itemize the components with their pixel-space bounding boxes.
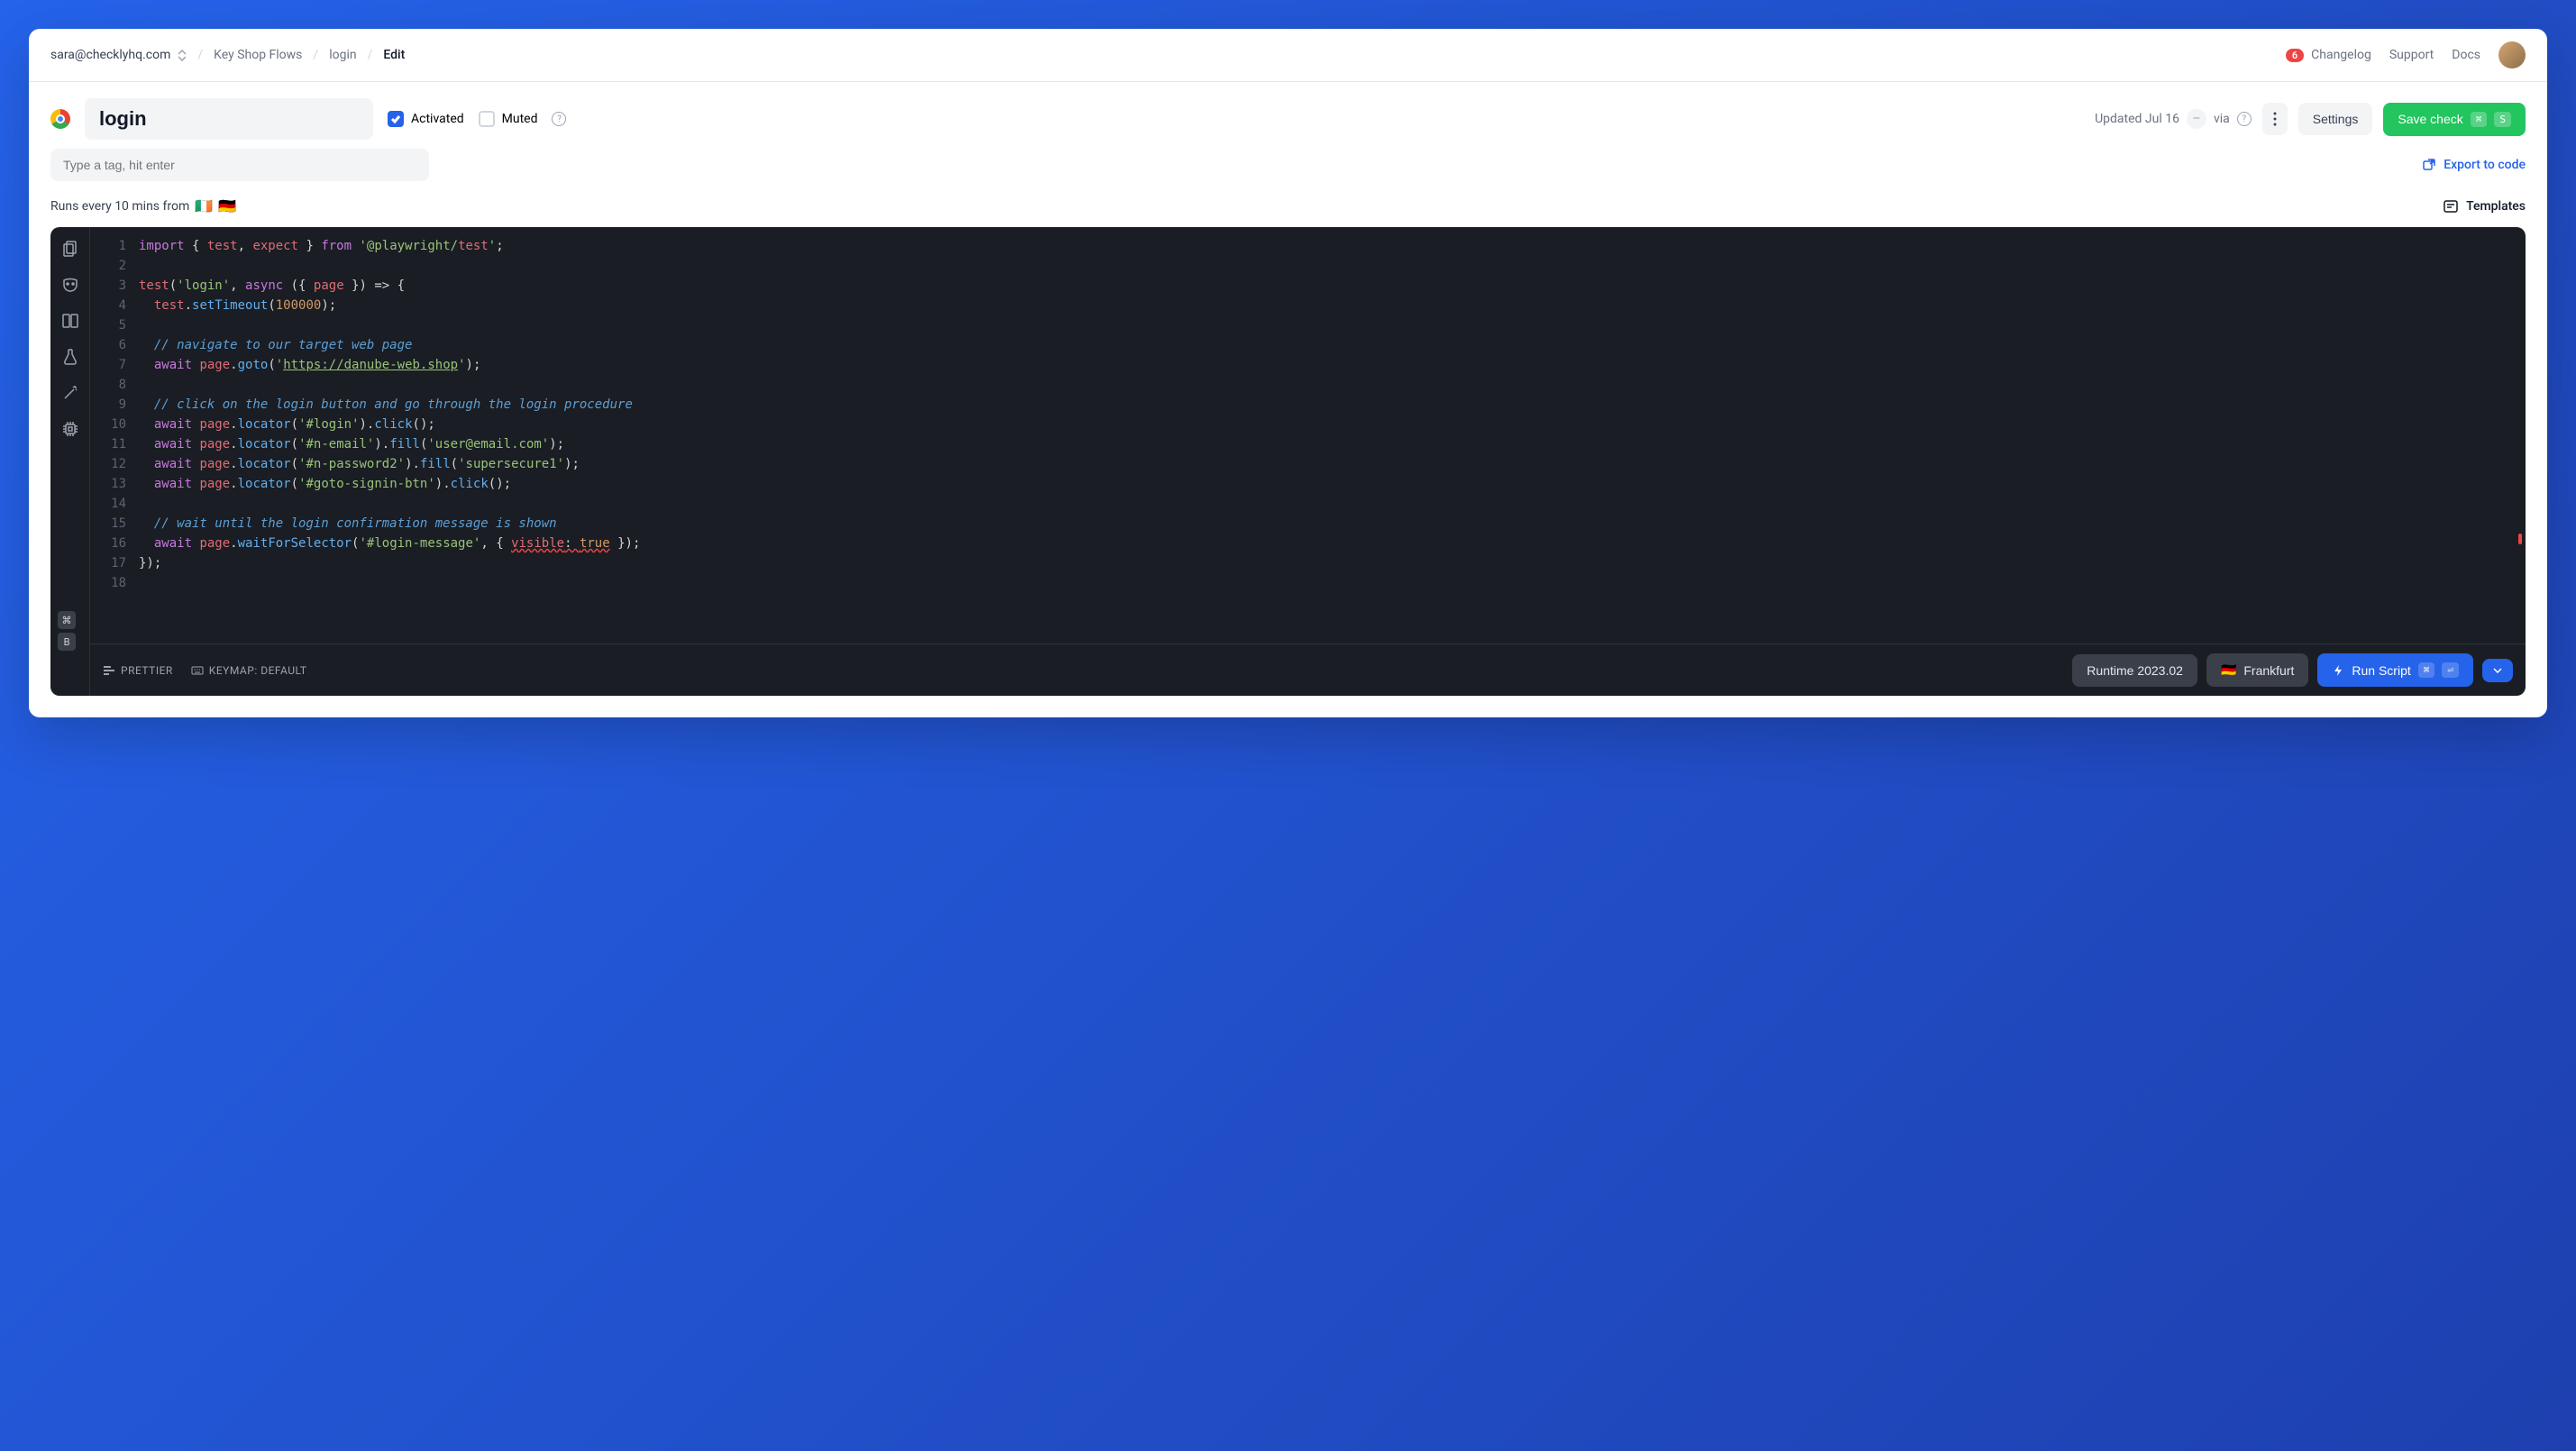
changelog-badge: 6 xyxy=(2286,49,2304,62)
inforow: Runs every 10 mins from 🇮🇪 🇩🇪 Templates xyxy=(29,190,2547,227)
location-button[interactable]: 🇩🇪 Frankfurt xyxy=(2206,653,2308,687)
templates-icon xyxy=(2443,198,2459,214)
shortcut-badge-b: B xyxy=(58,633,76,651)
wand-icon[interactable] xyxy=(61,384,79,402)
breadcrumb-current: Edit xyxy=(383,48,405,62)
keyboard-icon xyxy=(191,664,204,677)
keymap-button[interactable]: KEYMAP: DEFAULT xyxy=(191,664,307,677)
flag-germany-icon: 🇩🇪 xyxy=(2221,662,2236,678)
bolt-icon xyxy=(2332,664,2344,677)
avatar[interactable] xyxy=(2498,41,2526,68)
header: Activated Muted ? Updated Jul 16 – via ?… xyxy=(29,82,2547,143)
breadcrumb: sara@checklyhq.com / Key Shop Flows / lo… xyxy=(50,48,405,62)
header-left: Activated Muted ? xyxy=(50,98,2080,140)
via-help-icon[interactable]: ? xyxy=(2237,112,2252,126)
keymap-label: KEYMAP: DEFAULT xyxy=(209,664,307,677)
line-gutter: 123456789101112131415161718 xyxy=(90,236,139,634)
run-dropdown-button[interactable] xyxy=(2482,659,2513,682)
run-script-button[interactable]: Run Script ⌘ ⏎ xyxy=(2317,653,2473,687)
code-content[interactable]: import { test, expect } from '@playwrigh… xyxy=(139,236,2526,634)
save-kbd1: ⌘ xyxy=(2471,112,2488,127)
files-icon[interactable] xyxy=(61,240,79,258)
footer-right: Runtime 2023.02 🇩🇪 Frankfurt Run Script … xyxy=(2072,653,2513,687)
tag-input[interactable] xyxy=(50,149,429,181)
breadcrumb-separator: / xyxy=(368,48,373,62)
export-to-code-link[interactable]: Export to code xyxy=(2422,158,2526,172)
flag-ireland-icon: 🇮🇪 xyxy=(195,197,213,214)
prettier-icon xyxy=(103,664,115,677)
editor-footer: PRETTIER KEYMAP: DEFAULT Runtime 2023.02… xyxy=(90,643,2526,696)
footer-left: PRETTIER KEYMAP: DEFAULT xyxy=(103,664,307,677)
chevron-down-icon xyxy=(2493,668,2502,673)
breadcrumb-separator: / xyxy=(197,48,203,62)
topbar: sara@checklyhq.com / Key Shop Flows / lo… xyxy=(29,29,2547,82)
app-window: sara@checklyhq.com / Key Shop Flows / lo… xyxy=(29,29,2547,717)
updated-label: Updated Jul 16 xyxy=(2095,112,2179,126)
templates-label: Templates xyxy=(2466,199,2526,214)
shortcut-badge-cmd: ⌘ xyxy=(58,611,76,629)
breadcrumb-group[interactable]: Key Shop Flows xyxy=(214,48,302,62)
breadcrumb-separator: / xyxy=(313,48,318,62)
changelog-link[interactable]: 6 Changelog xyxy=(2286,48,2371,62)
docs-link[interactable]: Docs xyxy=(2452,48,2480,62)
prettier-button[interactable]: PRETTIER xyxy=(103,664,173,677)
check-title-input[interactable] xyxy=(85,98,373,140)
muted-toggle[interactable]: Muted xyxy=(479,111,538,127)
account-email: sara@checklyhq.com xyxy=(50,48,170,62)
dots-vertical-icon xyxy=(2273,112,2277,126)
changelog-label: Changelog xyxy=(2311,48,2371,62)
mask-icon[interactable] xyxy=(61,276,79,294)
support-link[interactable]: Support xyxy=(2389,48,2434,62)
run-kbd1: ⌘ xyxy=(2418,662,2435,678)
export-icon xyxy=(2422,158,2436,172)
account-selector[interactable]: sara@checklyhq.com xyxy=(50,48,187,62)
editor-shortcut-badges: ⌘ B xyxy=(58,611,76,651)
updown-icon xyxy=(178,50,187,61)
split-icon[interactable] xyxy=(61,312,79,330)
muted-checkbox[interactable] xyxy=(479,111,495,127)
muted-label: Muted xyxy=(502,112,538,126)
updated-meta: Updated Jul 16 – via ? xyxy=(2095,109,2252,129)
topbar-right: 6 Changelog Support Docs xyxy=(2286,41,2526,68)
code-editor: 123456789101112131415161718 import { tes… xyxy=(50,227,2526,696)
settings-label: Settings xyxy=(2313,112,2359,126)
updated-by-pill[interactable]: – xyxy=(2187,109,2206,129)
more-menu-button[interactable] xyxy=(2262,103,2288,135)
save-check-button[interactable]: Save check ⌘ S xyxy=(2383,103,2526,136)
chip-icon[interactable] xyxy=(61,420,79,438)
activated-toggle[interactable]: Activated xyxy=(388,111,464,127)
subheader: Export to code xyxy=(29,143,2547,190)
help-icon[interactable]: ? xyxy=(552,112,566,126)
location-label: Frankfurt xyxy=(2243,663,2294,678)
code-area[interactable]: 123456789101112131415161718 import { tes… xyxy=(90,227,2526,643)
run-kbd2: ⏎ xyxy=(2442,662,2459,678)
templates-link[interactable]: Templates xyxy=(2443,198,2526,214)
export-label: Export to code xyxy=(2444,158,2526,172)
save-kbd2: S xyxy=(2494,112,2511,127)
error-marker xyxy=(2518,534,2522,544)
header-right: Updated Jul 16 – via ? Settings Save che… xyxy=(2095,103,2526,136)
runtime-button[interactable]: Runtime 2023.02 xyxy=(2072,654,2197,687)
settings-button[interactable]: Settings xyxy=(2298,103,2373,135)
chrome-icon xyxy=(50,109,70,129)
prettier-label: PRETTIER xyxy=(121,664,173,677)
activated-checkbox[interactable] xyxy=(388,111,404,127)
editor-body: 123456789101112131415161718 import { tes… xyxy=(90,227,2526,696)
save-label: Save check xyxy=(2398,112,2462,126)
flask-icon[interactable] xyxy=(61,348,79,366)
runs-label: Runs every 10 mins from xyxy=(50,199,189,214)
via-label: via xyxy=(2214,112,2230,126)
activated-label: Activated xyxy=(411,112,464,126)
run-label: Run Script xyxy=(2352,663,2410,678)
flag-germany-icon: 🇩🇪 xyxy=(218,197,236,214)
breadcrumb-check[interactable]: login xyxy=(329,48,356,62)
editor-wrap: 123456789101112131415161718 import { tes… xyxy=(29,227,2547,717)
runs-info: Runs every 10 mins from 🇮🇪 🇩🇪 xyxy=(50,197,236,214)
runtime-label: Runtime 2023.02 xyxy=(2087,663,2183,678)
